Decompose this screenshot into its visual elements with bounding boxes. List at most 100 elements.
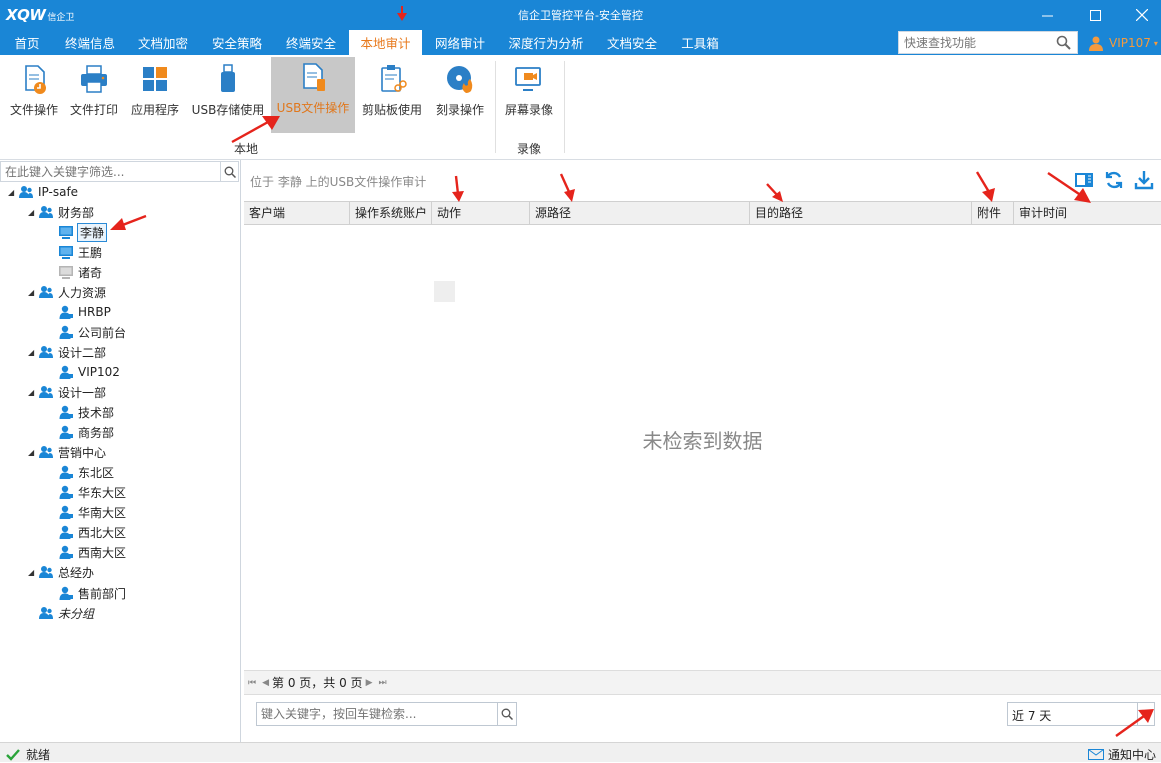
search-bar: 近 7 天 ▼: [244, 694, 1161, 742]
ribbon-burn[interactable]: 刻录操作: [430, 59, 490, 133]
tree-node-label: 西南大区: [78, 545, 127, 560]
tree-node[interactable]: 华东大区: [48, 482, 126, 502]
tab-local-audit[interactable]: 本地审计: [349, 30, 422, 55]
tab-toolbox[interactable]: 工具箱: [669, 30, 731, 55]
expand-toggle-icon[interactable]: ◢: [28, 348, 38, 357]
minimize-button[interactable]: [1024, 0, 1070, 30]
tab-doc-security[interactable]: 文档安全: [595, 30, 669, 55]
group-label-record: 录像: [517, 142, 542, 156]
quick-search-input[interactable]: [899, 32, 1049, 53]
tree-node[interactable]: 李静: [48, 222, 108, 242]
grid-header: 客户端 操作系统账户 动作 源路径 目的路径 附件 审计时间: [244, 201, 1161, 225]
col-action[interactable]: 动作: [432, 202, 530, 224]
group-separator: [564, 61, 565, 153]
search-icon: [501, 708, 513, 720]
first-page-icon[interactable]: ⏮: [248, 678, 256, 688]
ribbon-file-print[interactable]: 文件打印: [64, 59, 124, 133]
col-client[interactable]: 客户端: [244, 202, 350, 224]
next-page-icon[interactable]: ▶: [366, 678, 373, 688]
tree-node[interactable]: ◢ 人力资源: [28, 282, 106, 302]
chevron-down-icon[interactable]: ▼: [1137, 703, 1154, 725]
tree-node[interactable]: ◢ 设计一部: [28, 382, 106, 402]
keyword-input[interactable]: [257, 703, 495, 725]
col-dest-path[interactable]: 目的路径: [750, 202, 972, 224]
quick-search: [898, 31, 1078, 54]
tree-node[interactable]: 西南大区: [48, 542, 126, 562]
ribbon-application[interactable]: 应用程序: [124, 59, 186, 133]
tree-filter: [0, 161, 239, 182]
ribbon-label: 屏幕录像: [504, 103, 553, 117]
ribbon-file-ops[interactable]: 文件操作: [4, 59, 64, 133]
refresh-icon[interactable]: [1104, 170, 1124, 190]
ribbon-usb-file-ops[interactable]: USB文件操作: [271, 57, 355, 133]
tree-node[interactable]: 技术部: [48, 402, 114, 422]
tree-node[interactable]: 西北大区: [48, 522, 126, 542]
last-page-icon[interactable]: ⏭: [378, 678, 386, 688]
tree-node[interactable]: 未分组: [28, 603, 94, 623]
tree-node-label: 东北区: [78, 465, 115, 480]
user-name: VIP107: [1109, 36, 1151, 50]
status-text: 就绪: [26, 748, 51, 762]
tree-node-label: 李静: [76, 222, 108, 242]
ribbon-usb-storage[interactable]: USB存储使用: [188, 59, 268, 133]
expand-toggle-icon[interactable]: ◢: [8, 188, 18, 197]
app-grid-icon: [143, 67, 167, 91]
tree-node[interactable]: 售前部门: [48, 583, 126, 603]
tree-node-label: 财务部: [58, 205, 95, 220]
tab-home[interactable]: 首页: [0, 30, 54, 55]
expand-toggle-icon[interactable]: ◢: [28, 208, 38, 217]
tab-terminal-info[interactable]: 终端信息: [54, 30, 126, 55]
tree-node[interactable]: 公司前台: [48, 322, 126, 342]
ribbon-label: USB存储使用: [191, 103, 265, 117]
maximize-icon: [1089, 9, 1101, 21]
ribbon-label: 剪贴板使用: [361, 103, 422, 117]
search-icon[interactable]: [1056, 35, 1071, 50]
ribbon-screen-record[interactable]: 屏幕录像: [499, 59, 559, 133]
close-button[interactable]: [1119, 0, 1161, 30]
ribbon-clipboard[interactable]: 剪贴板使用: [358, 59, 426, 133]
col-os-account[interactable]: 操作系统账户: [350, 202, 432, 224]
tree-node-label: 设计二部: [58, 345, 107, 360]
tree-filter-input[interactable]: [1, 162, 216, 181]
tree-node[interactable]: ◢ 营销中心: [28, 442, 106, 462]
keyword-search-button[interactable]: [497, 703, 516, 725]
tree-node-label: 商务部: [78, 425, 115, 440]
column-settings-icon[interactable]: [1074, 170, 1094, 190]
keyword-search: [256, 702, 517, 726]
expand-toggle-icon[interactable]: ◢: [28, 568, 38, 577]
tree-node[interactable]: ◢ 设计二部: [28, 342, 106, 362]
tree-node[interactable]: 王鹏: [48, 242, 102, 262]
tree-node[interactable]: 华南大区: [48, 502, 126, 522]
tree-node[interactable]: HRBP: [48, 302, 111, 322]
expand-toggle-icon[interactable]: ◢: [28, 288, 38, 297]
tree-node-label: 设计一部: [58, 385, 107, 400]
tree-node[interactable]: 东北区: [48, 462, 114, 482]
tab-terminal-security[interactable]: 终端安全: [274, 30, 348, 55]
tree-node-label: 公司前台: [78, 325, 127, 340]
tree-node[interactable]: 诸奇: [48, 262, 102, 282]
tree-node[interactable]: VIP102: [48, 362, 120, 382]
grid-body: 未检索到数据: [244, 225, 1161, 670]
tree-node[interactable]: ◢ IP-safe: [8, 182, 78, 202]
tab-security-policy[interactable]: 安全策略: [200, 30, 274, 55]
col-audit-time[interactable]: 审计时间: [1014, 202, 1161, 224]
col-source-path[interactable]: 源路径: [530, 202, 750, 224]
tree-node[interactable]: ◢ 财务部: [28, 202, 94, 222]
expand-toggle-icon[interactable]: ◢: [28, 388, 38, 397]
tab-behavior-analysis[interactable]: 深度行为分析: [497, 30, 595, 55]
maximize-button[interactable]: [1072, 0, 1118, 30]
tab-doc-encrypt[interactable]: 文档加密: [126, 30, 200, 55]
user-menu[interactable]: VIP107 ▾: [1088, 33, 1158, 53]
check-icon: [6, 748, 20, 761]
expand-toggle-icon[interactable]: ◢: [28, 448, 38, 457]
prev-page-icon[interactable]: ◀: [262, 678, 269, 688]
download-icon[interactable]: [1134, 170, 1154, 190]
close-icon: [1136, 9, 1148, 21]
col-attachment[interactable]: 附件: [972, 202, 1014, 224]
notification-center[interactable]: 通知中心: [1088, 746, 1156, 763]
tab-network-audit[interactable]: 网络审计: [423, 30, 497, 55]
date-range-select[interactable]: 近 7 天 ▼: [1007, 702, 1155, 726]
tree-node[interactable]: 商务部: [48, 422, 114, 442]
tree-filter-button[interactable]: [220, 162, 238, 181]
tree-node[interactable]: ◢ 总经办: [28, 562, 94, 582]
